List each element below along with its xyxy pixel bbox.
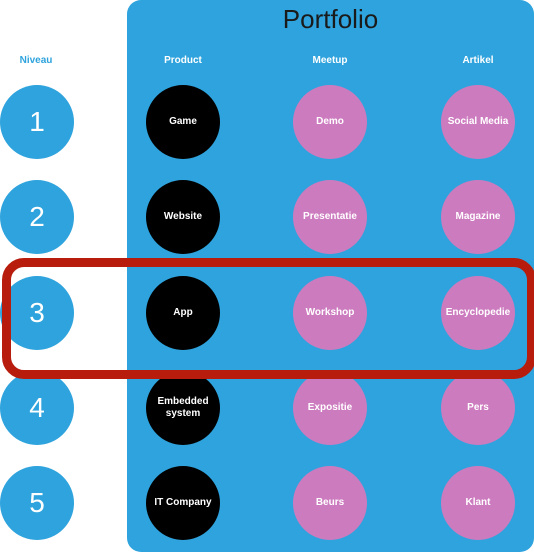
product-circle-game: Game <box>146 85 220 159</box>
artikel-circle-encyclopedie: Encyclopedie <box>441 276 515 350</box>
product-circle-app: App <box>146 276 220 350</box>
artikel-circle-magazine: Magazine <box>441 180 515 254</box>
meetup-circle-expositie: Expositie <box>293 371 367 445</box>
artikel-circle-klant: Klant <box>441 466 515 540</box>
header-product: Product <box>164 55 202 66</box>
level-circle-5: 5 <box>0 466 74 540</box>
diagram-title: Portfolio <box>282 4 379 34</box>
level-circle-3: 3 <box>0 276 74 350</box>
header-niveau: Niveau <box>19 55 53 66</box>
product-circle-it-company: IT Company <box>146 466 220 540</box>
product-circle-embedded-system: Embedded system <box>146 371 220 445</box>
meetup-circle-presentatie: Presentatie <box>293 180 367 254</box>
artikel-circle-social-media: Social Media <box>441 85 515 159</box>
meetup-circle-beurs: Beurs <box>293 466 367 540</box>
product-circle-website: Website <box>146 180 220 254</box>
header-artikel: Artikel <box>462 55 494 66</box>
artikel-circle-pers: Pers <box>441 371 515 445</box>
meetup-circle-workshop: Workshop <box>293 276 367 350</box>
level-circle-1: 1 <box>0 85 74 159</box>
header-meetup: Meetup <box>312 55 348 66</box>
level-circle-4: 4 <box>0 371 74 445</box>
meetup-circle-demo: Demo <box>293 85 367 159</box>
level-circle-2: 2 <box>0 180 74 254</box>
